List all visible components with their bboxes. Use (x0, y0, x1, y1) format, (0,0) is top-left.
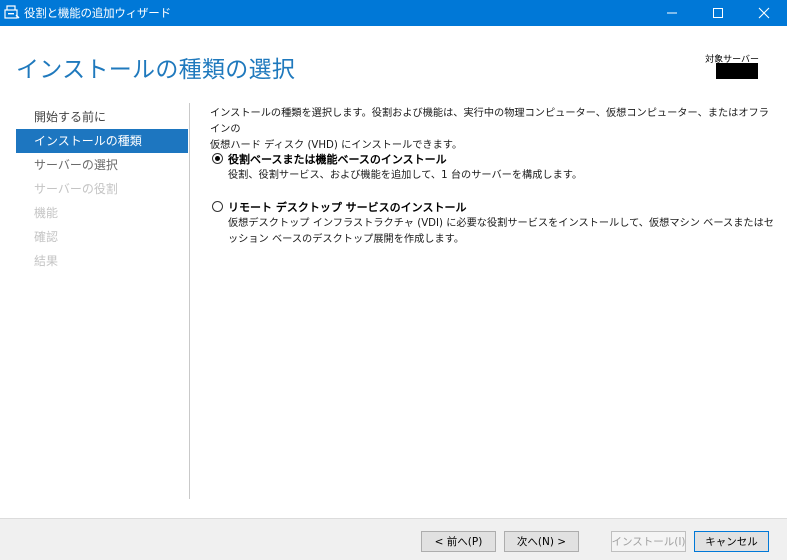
description-line-1: インストールの種類を選択します。役割および機能は、実行中の物理コンピューター、仮… (210, 108, 769, 135)
remote-desktop-description: 仮想デスクトップ インフラストラクチャ (VDI) に必要な役割サービスをインス… (228, 218, 774, 245)
nav-item-server-selection[interactable]: サーバーの選択 (16, 153, 188, 177)
minimize-button[interactable] (649, 0, 695, 26)
next-button[interactable]: 次へ(N) > (504, 531, 579, 552)
nav-item-features: 機能 (34, 206, 59, 220)
page-description: インストールの種類を選択します。役割および機能は、実行中の物理コンピューター、仮… (210, 106, 770, 154)
role-based-radio[interactable] (212, 153, 223, 164)
nav-item-results: 結果 (34, 254, 59, 268)
wizard-steps-nav: 開始する前に インストールの種類 サーバーの選択 サーバーの役割 機能 確認 結… (16, 105, 188, 273)
previous-button[interactable]: < 前へ(P) (421, 531, 496, 552)
server-manager-icon (4, 4, 20, 20)
nav-item-before-you-begin[interactable]: 開始する前に (16, 105, 188, 129)
close-button[interactable] (741, 0, 787, 26)
maximize-button[interactable] (695, 0, 741, 26)
role-based-label[interactable]: 役割ベースまたは機能ベースのインストール (228, 151, 447, 167)
radio-selected-dot (215, 156, 220, 161)
window-title: 役割と機能の追加ウィザード (24, 6, 171, 20)
title-bar: 役割と機能の追加ウィザード (0, 0, 787, 26)
cancel-button[interactable]: キャンセル (694, 531, 769, 552)
minimize-icon (667, 12, 677, 14)
wizard-footer: < 前へ(P) 次へ(N) > インストール(I) キャンセル (0, 518, 787, 560)
nav-item-installation-type[interactable]: インストールの種類 (16, 129, 188, 153)
target-server-value (716, 63, 758, 79)
remote-desktop-label[interactable]: リモート デスクトップ サービスのインストール (228, 199, 466, 215)
maximize-icon (713, 8, 723, 18)
nav-divider (189, 103, 190, 499)
page-title: インストールの種類の選択 (16, 57, 296, 83)
close-icon (758, 7, 770, 19)
role-based-description: 役割、役割サービス、および機能を追加して、1 台のサーバーを構成します。 (228, 170, 583, 181)
nav-item-server-roles: サーバーの役割 (34, 182, 118, 196)
remote-desktop-radio[interactable] (212, 201, 223, 212)
nav-item-confirmation: 確認 (34, 230, 59, 244)
install-button[interactable]: インストール(I) (611, 531, 686, 552)
